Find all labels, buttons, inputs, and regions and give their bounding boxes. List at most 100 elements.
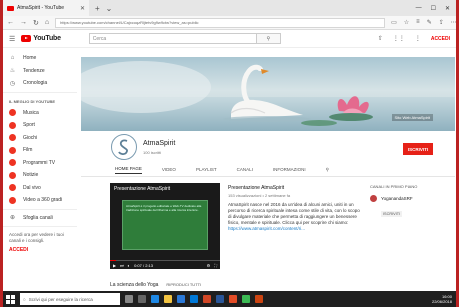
- sidebar-divider: [3, 226, 77, 227]
- sidebar-item-sport[interactable]: Sport: [3, 119, 77, 132]
- featured-channel-item[interactable]: YoganandaSRF: [370, 195, 450, 202]
- tab-home[interactable]: HOME PAGE: [115, 166, 142, 174]
- url-field[interactable]: https://www.youtube.com/channel/UCajxcoq…: [55, 17, 386, 28]
- sidebar-item-label: Musica: [23, 109, 39, 116]
- time-display: 0:07 / 2:13: [134, 262, 153, 268]
- word-icon[interactable]: [216, 295, 224, 303]
- minimize-icon[interactable]: —: [416, 5, 422, 12]
- live-icon: [9, 184, 16, 192]
- search-icon: ⚲: [266, 35, 271, 42]
- music-icon: [9, 109, 16, 117]
- favorite-star-icon[interactable]: ☆: [404, 19, 409, 26]
- sidebar-item-tv[interactable]: Programmi TV: [3, 157, 77, 170]
- youtube-play-icon: [21, 35, 32, 42]
- film-icon: [9, 146, 16, 154]
- sidebar-item-live[interactable]: Dal vivo: [3, 182, 77, 195]
- settings-dots-icon[interactable]: ⋮: [415, 35, 421, 42]
- games-icon: [9, 134, 16, 142]
- sidebar-item-history[interactable]: ◷ Cronologia: [3, 77, 77, 90]
- menu-icon[interactable]: ☰: [9, 35, 15, 43]
- store-icon[interactable]: [177, 295, 185, 303]
- tab-list-icon[interactable]: ⌄: [106, 4, 113, 13]
- subscribe-button[interactable]: ISCRIVITI: [403, 143, 433, 155]
- browser-tab[interactable]: AtmaSpirit - YouTube ✕: [3, 0, 89, 16]
- sign-in-button[interactable]: ACCEDI: [431, 36, 450, 42]
- sidebar-sign-in-link[interactable]: ACCEDI: [3, 247, 77, 253]
- address-bar: ← → ↻ ⌂ https://www.youtube.com/channel/…: [3, 16, 456, 30]
- featured-video-player[interactable]: Presentazione AtmaSpirit AtmaSpirit è il…: [110, 183, 220, 269]
- sidebar-item-label: Sfoglia canali: [23, 214, 53, 221]
- sidebar-item-games[interactable]: Giochi: [3, 132, 77, 145]
- edge-icon[interactable]: [151, 295, 159, 303]
- video-frame-text: AtmaSpirit è il progetto editoriale e We…: [122, 200, 208, 250]
- channel-name: AtmaSpirit: [143, 140, 176, 147]
- reading-view-icon[interactable]: ▭: [391, 19, 397, 26]
- back-icon[interactable]: ←: [7, 19, 14, 26]
- sidebar-item-news[interactable]: Notizie: [3, 169, 77, 182]
- app-icon[interactable]: [229, 295, 237, 303]
- featured-description: Presentazione AtmaSpirit 153 visualizzaz…: [228, 185, 360, 232]
- sidebar-item-label: Notizie: [23, 172, 39, 179]
- sidebar-item-360[interactable]: Video a 360 gradi: [3, 194, 77, 207]
- share-icon[interactable]: ⇪: [439, 19, 444, 26]
- sidebar-item-music[interactable]: Musica: [3, 107, 77, 120]
- upload-icon[interactable]: ⇧: [378, 35, 383, 42]
- tab-info[interactable]: INFORMAZIONI: [273, 167, 306, 172]
- play-all-button[interactable]: RIPRODUCI TUTTI: [166, 282, 201, 288]
- apps-icon[interactable]: ⋮⋮: [393, 35, 405, 42]
- favorites-hub-icon[interactable]: ≡: [416, 19, 420, 26]
- notes-icon[interactable]: ✎: [427, 19, 432, 26]
- system-tray[interactable]: 16:00 22/06/2018: [432, 294, 456, 304]
- mail-icon[interactable]: [190, 295, 198, 303]
- banner-site-link[interactable]: Sito Web AtmaSpirit: [391, 114, 433, 121]
- subscriber-count: 100 iscritti: [143, 150, 162, 155]
- tab-channels[interactable]: CANALI: [237, 167, 253, 172]
- close-window-icon[interactable]: ✕: [445, 5, 450, 12]
- fullscreen-icon[interactable]: ⛶: [214, 263, 217, 268]
- microphone-icon[interactable]: [125, 295, 133, 303]
- maximize-icon[interactable]: ☐: [431, 5, 436, 12]
- window-controls: — ☐ ✕: [416, 5, 456, 12]
- tab-video[interactable]: VIDEO: [162, 167, 176, 172]
- volume-icon[interactable]: 🔈︎: [128, 263, 130, 268]
- play-icon[interactable]: ▶: [113, 263, 116, 268]
- search-button[interactable]: ⚲: [256, 33, 281, 44]
- channel-avatar-small: [370, 195, 377, 202]
- description-link[interactable]: https://www.atmaspirit.com/content/ri...: [228, 226, 360, 232]
- task-view-icon[interactable]: [138, 295, 146, 303]
- app-icon-2[interactable]: [255, 295, 263, 303]
- more-icon[interactable]: ⋯: [451, 19, 456, 26]
- tab-title: AtmaSpirit - YouTube: [17, 5, 65, 11]
- sidebar-item-home[interactable]: ⌂ Home: [3, 52, 77, 65]
- browser-toolbar-right: ▭ ☆ ≡ ✎ ⇪ ⋯: [391, 19, 456, 26]
- sidebar-item-trending[interactable]: ♨ Tendenze: [3, 65, 77, 78]
- history-icon: ◷: [9, 80, 16, 87]
- search-input[interactable]: Cerca: [88, 33, 257, 44]
- tab-close-icon[interactable]: ✕: [80, 5, 85, 12]
- sidebar-divider: [3, 208, 77, 210]
- playlist-title[interactable]: La scienza dello Yoga: [110, 282, 158, 288]
- channel-search-icon[interactable]: ⚲: [326, 167, 329, 173]
- sidebar-item-label: Tendenze: [23, 67, 45, 74]
- youtube-logo[interactable]: YouTube: [21, 35, 61, 42]
- refresh-icon[interactable]: ↻: [33, 19, 39, 27]
- video-title-link[interactable]: Presentazione AtmaSpirit: [228, 185, 360, 191]
- sidebar-item-film[interactable]: Film: [3, 144, 77, 157]
- new-tab-icon[interactable]: +: [95, 4, 100, 13]
- windows-start-icon[interactable]: [6, 294, 15, 304]
- youtube-header: ☰ YouTube Cerca ⚲ ⇧ ⋮⋮ ⋮ ACCEDI: [3, 30, 456, 48]
- channel-tabs: HOME PAGE VIDEO PLAYLIST CANALI INFORMAZ…: [81, 163, 455, 177]
- sidebar-item-browse-channels[interactable]: ⊕ Sfoglia canali: [3, 212, 77, 225]
- playlist-shelf-header: La scienza dello Yoga RIPRODUCI TUTTI: [110, 282, 201, 288]
- settings-icon[interactable]: ⚙: [207, 263, 211, 268]
- home-browser-icon[interactable]: ⌂: [45, 19, 49, 26]
- chrome-icon[interactable]: [242, 295, 250, 303]
- forward-icon[interactable]: →: [20, 19, 27, 26]
- office-icon[interactable]: [203, 295, 211, 303]
- file-explorer-icon[interactable]: [164, 295, 172, 303]
- channel-avatar[interactable]: [111, 134, 137, 160]
- featured-channel-subscribe-button[interactable]: ISCRIVITI: [381, 211, 403, 217]
- taskbar-search[interactable]: ○ Scrivi qui per eseguire la ricerca: [20, 293, 120, 305]
- next-icon[interactable]: ⏭: [120, 263, 124, 268]
- tab-playlist[interactable]: PLAYLIST: [196, 167, 217, 172]
